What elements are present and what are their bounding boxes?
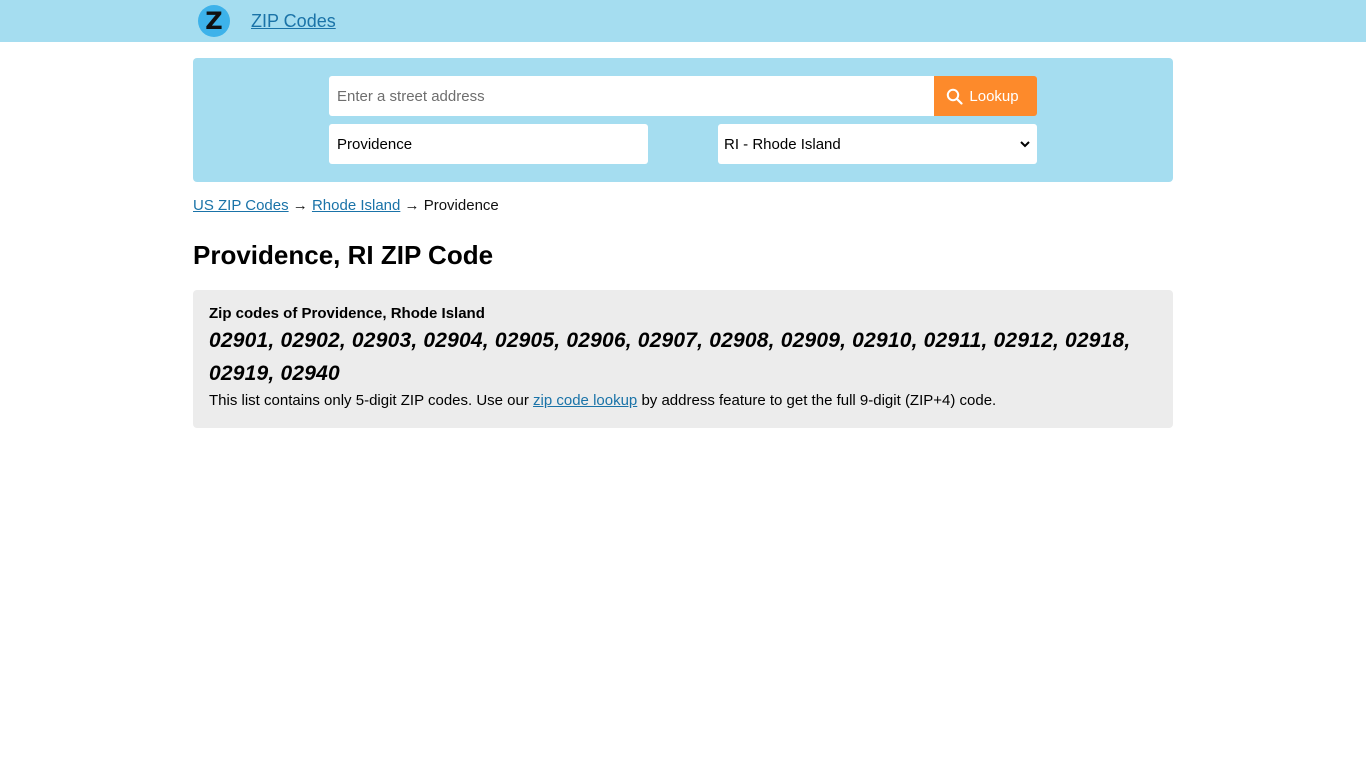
zip-note-text: This list contains only 5-digit ZIP code… xyxy=(209,392,534,409)
page-title: Providence, RI ZIP Code xyxy=(193,240,494,270)
breadcrumb-current: Providence xyxy=(423,197,499,214)
breadcrumb-separator: → xyxy=(404,197,420,214)
state-select[interactable]: RI - Rhode Island xyxy=(718,124,1037,164)
lookup-button[interactable]: Lookup xyxy=(934,76,1037,116)
lookup-button-label: Lookup xyxy=(969,87,1019,105)
street-address-input[interactable] xyxy=(329,76,934,116)
zip-code-lookup-link[interactable]: zip code lookup xyxy=(533,392,637,409)
breadcrumb-separator: → xyxy=(292,197,308,214)
zip-codes-box: Zip codes of Providence, Rhode Island 02… xyxy=(193,290,1173,428)
zip-codes-note: This list contains only 5-digit ZIP code… xyxy=(209,392,1157,409)
site-title-link[interactable]: ZIP Codes xyxy=(251,11,336,32)
zip-codes-list: 02901, 02902, 02903, 02904, 02905, 02906… xyxy=(209,329,1131,385)
state-select-value: RI - Rhode Island xyxy=(724,135,841,153)
breadcrumb-state-link[interactable]: Rhode Island xyxy=(312,197,400,214)
chevron-down-icon xyxy=(1020,141,1030,148)
city-input[interactable] xyxy=(329,124,648,164)
top-header: Z ZIP Codes xyxy=(0,0,1366,42)
site-logo[interactable]: Z xyxy=(198,5,230,37)
zip-codes-heading: Zip codes of Providence, Rhode Island xyxy=(209,305,485,322)
search-panel: Lookup RI - Rhode Island xyxy=(193,58,1173,182)
zip-note-text-end: by address feature to get the full 9-dig… xyxy=(637,392,997,409)
breadcrumb-home-link[interactable]: US ZIP Codes xyxy=(193,197,289,214)
search-icon xyxy=(947,88,963,105)
breadcrumb: US ZIP Codes → Rhode Island → Providence xyxy=(193,197,499,214)
